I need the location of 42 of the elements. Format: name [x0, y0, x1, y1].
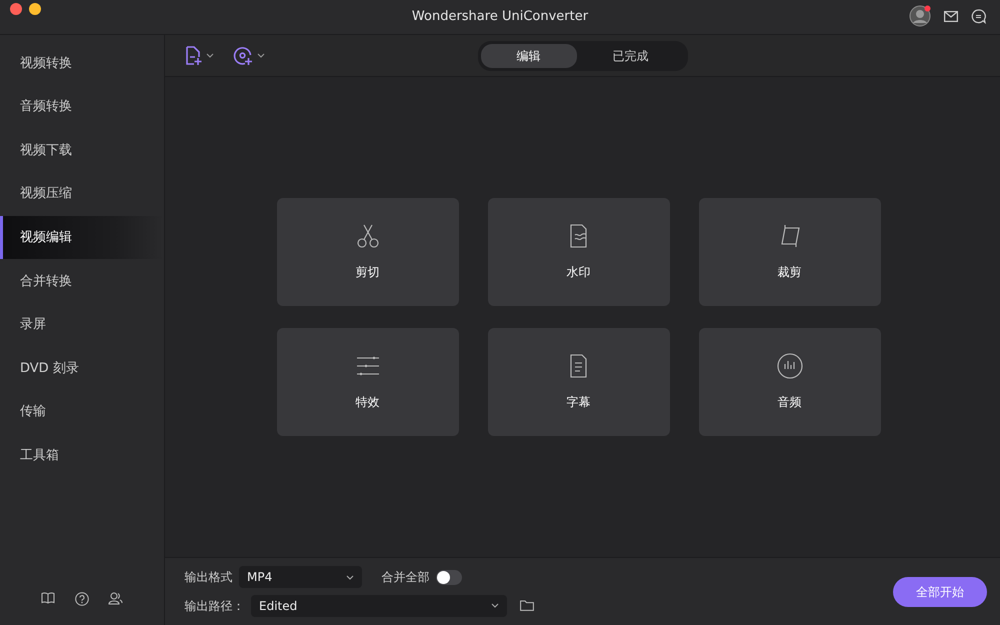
window-title: Wondershare UniConverter — [412, 8, 588, 26]
edit-tool-tile[interactable]: 特效 — [276, 328, 458, 436]
format-dropdown[interactable]: MP4 — [239, 566, 362, 588]
output-path-dropdown[interactable]: Edited — [251, 594, 507, 617]
edit-tool-tile[interactable]: 剪切 — [276, 198, 458, 306]
caret-icon[interactable] — [256, 53, 264, 58]
caret-icon — [346, 574, 354, 580]
scissors-icon — [354, 223, 380, 249]
sidebar-item[interactable]: 视频转换 — [0, 42, 164, 86]
close-window-button[interactable] — [10, 3, 22, 15]
edit-tool-tile[interactable]: 音频 — [698, 328, 880, 436]
merge-all-label: 合并全部 — [382, 569, 430, 586]
sidebar-item[interactable]: 合并转换 — [0, 259, 164, 304]
help-icon[interactable] — [74, 592, 88, 606]
chat-icon[interactable] — [971, 8, 986, 24]
edit-tool-tile[interactable]: 裁剪 — [698, 198, 880, 306]
output-path-label: 输出路径： — [184, 598, 244, 615]
add-disc-icon[interactable] — [233, 46, 254, 66]
audio-bars-icon — [776, 353, 802, 379]
sidebar-item[interactable]: 音频转换 — [0, 85, 164, 129]
tab[interactable]: 编辑 — [480, 44, 576, 68]
sidebar-item[interactable]: 视频下载 — [0, 128, 164, 172]
edit-tool-tile[interactable]: 水印 — [488, 198, 670, 306]
start-all-button[interactable]: 全部开始 — [893, 576, 987, 606]
caret-icon — [491, 603, 499, 608]
tab[interactable]: 已完成 — [576, 44, 684, 68]
mail-icon[interactable] — [944, 10, 958, 22]
user-avatar-icon[interactable] — [909, 5, 931, 27]
sidebar-item[interactable]: DVD 刻录 — [0, 346, 164, 390]
users-icon[interactable] — [108, 592, 123, 604]
book-icon[interactable] — [41, 592, 55, 604]
merge-all-toggle[interactable] — [436, 570, 462, 585]
output-format-label: 输出格式 — [184, 569, 232, 586]
sidebar-item[interactable]: 录屏 — [0, 303, 164, 347]
sidebar-item[interactable]: 工具箱 — [0, 434, 164, 478]
edit-tool-tile[interactable]: 字幕 — [488, 328, 670, 436]
add-file-icon[interactable] — [184, 46, 202, 66]
sidebar-item[interactable]: 视频压缩 — [0, 172, 164, 216]
caret-icon[interactable] — [206, 53, 214, 58]
folder-icon[interactable] — [520, 600, 534, 612]
minimize-window-button[interactable] — [28, 3, 40, 15]
sidebar-item[interactable]: 传输 — [0, 390, 164, 434]
